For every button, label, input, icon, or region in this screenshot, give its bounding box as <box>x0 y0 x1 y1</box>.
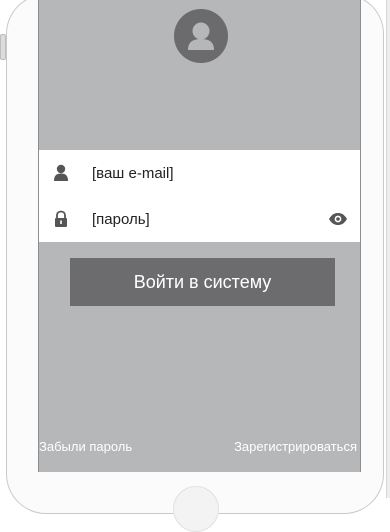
login-button[interactable]: Войти в систему <box>70 258 335 306</box>
password-placeholder: [пароль] <box>92 210 150 228</box>
user-icon <box>53 164 69 182</box>
lock-icon <box>53 210 69 228</box>
home-button[interactable] <box>173 486 219 532</box>
phone-right-edge <box>386 0 390 498</box>
email-placeholder: [ваш e-mail] <box>92 164 174 182</box>
eye-icon[interactable] <box>328 212 348 226</box>
forgot-password-link[interactable]: Забыли пароль <box>39 439 132 454</box>
phone-side-button <box>0 34 6 60</box>
login-screen: [ваш e-mail] [пароль] Войти в систему За <box>38 0 361 472</box>
user-avatar-icon <box>174 9 228 63</box>
email-field[interactable]: [ваш e-mail] <box>39 150 360 196</box>
register-link[interactable]: Зарегистрироваться <box>234 439 357 454</box>
login-form: [ваш e-mail] [пароль] <box>39 150 360 242</box>
password-field[interactable]: [пароль] <box>39 196 360 242</box>
